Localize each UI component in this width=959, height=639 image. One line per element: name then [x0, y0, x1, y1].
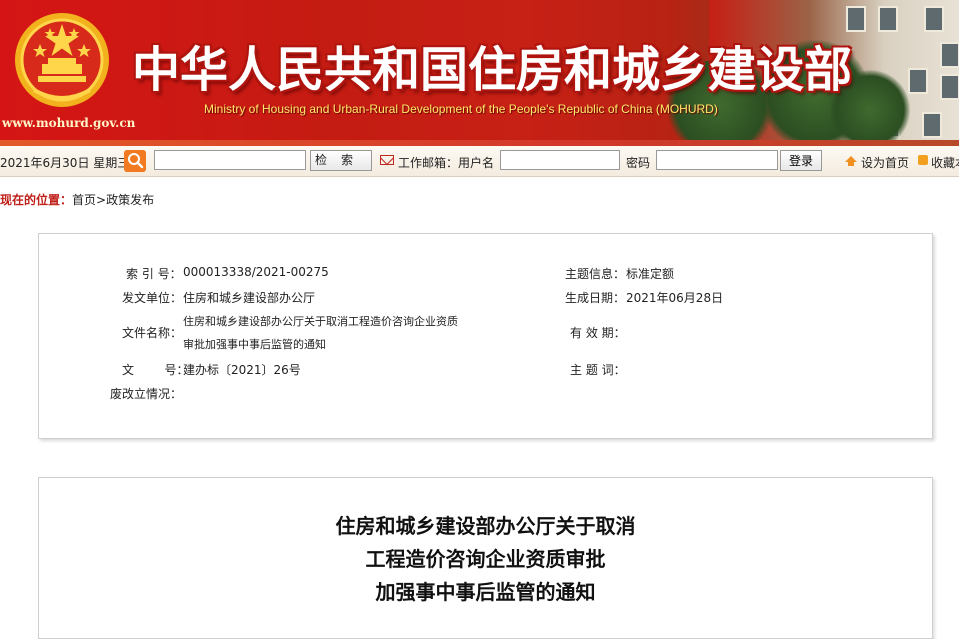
favorite-icon: [918, 155, 928, 165]
mail-icon: [380, 155, 394, 165]
header-banner: www.mohurd.gov.cn 中华人民共和国住房和城乡建设部 Minist…: [0, 0, 959, 146]
mail-username-label: 工作邮箱：用户名: [398, 156, 495, 170]
breadcrumb-path[interactable]: 首页>政策发布: [72, 193, 154, 207]
search-button[interactable]: 检索: [310, 150, 372, 171]
current-date: 2021年6月30日 星期三: [0, 156, 130, 170]
status-label: 废改立情况：: [110, 387, 183, 401]
username-input[interactable]: [500, 150, 620, 170]
password-input[interactable]: [656, 150, 778, 170]
article-panel: 住房和城乡建设部办公厅关于取消 工程造价咨询企业资质审批 加强事中事后监管的通知: [38, 477, 933, 639]
article-title-line1: 住房和城乡建设部办公厅关于取消: [335, 514, 636, 538]
site-url: www.mohurd.gov.cn: [2, 116, 136, 130]
search-input[interactable]: [154, 150, 306, 170]
keywords-label: 主 题 词：: [570, 363, 626, 377]
document-number-value: 建办标〔2021〕26号: [183, 363, 301, 377]
add-favorite-link[interactable]: 收藏本: [931, 154, 959, 171]
ministry-title-english: Ministry of Housing and Urban-Rural Deve…: [204, 102, 718, 116]
search-icon[interactable]: [124, 150, 146, 172]
password-label: 密码: [626, 156, 651, 170]
validity-label: 有 效 期：: [570, 326, 626, 340]
national-emblem-icon: [15, 13, 109, 107]
issuer-label: 发文单位：: [122, 291, 183, 305]
index-value: 000013338/2021-00275: [183, 265, 329, 279]
topic-value: 标准定额: [626, 267, 675, 281]
set-homepage-link[interactable]: 设为首页: [861, 154, 909, 171]
generated-date-value: 2021年06月28日: [626, 291, 724, 305]
document-name-line1: 住房和城乡建设部办公厅关于取消工程造价咨询企业资质: [183, 315, 458, 328]
home-icon: [845, 156, 857, 166]
article-title-line3: 加强事中事后监管的通知: [375, 580, 596, 604]
login-button[interactable]: 登录: [780, 150, 822, 171]
breadcrumb-label: 现在的位置：: [0, 193, 73, 207]
article-title-line2: 工程造价咨询企业资质审批: [365, 547, 606, 571]
index-label: 索 引 号：: [126, 267, 182, 281]
document-number-label: 文 号：: [122, 363, 189, 377]
document-name-line2: 审批加强事中事后监管的通知: [183, 338, 326, 351]
ministry-title: 中华人民共和国住房和城乡建设部: [132, 42, 853, 98]
topic-label: 主题信息：: [565, 267, 626, 281]
breadcrumb: 现在的位置：首页>政策发布: [0, 191, 154, 208]
issuer-value: 住房和城乡建设部办公厅: [183, 291, 316, 305]
article-title: 住房和城乡建设部办公厅关于取消 工程造价咨询企业资质审批 加强事中事后监管的通知: [39, 510, 932, 609]
generated-date-label: 生成日期：: [565, 291, 626, 305]
document-name-label: 文件名称：: [122, 326, 183, 340]
document-metadata-panel: 索 引 号： 000013338/2021-00275 发文单位： 住房和城乡建…: [38, 233, 933, 439]
